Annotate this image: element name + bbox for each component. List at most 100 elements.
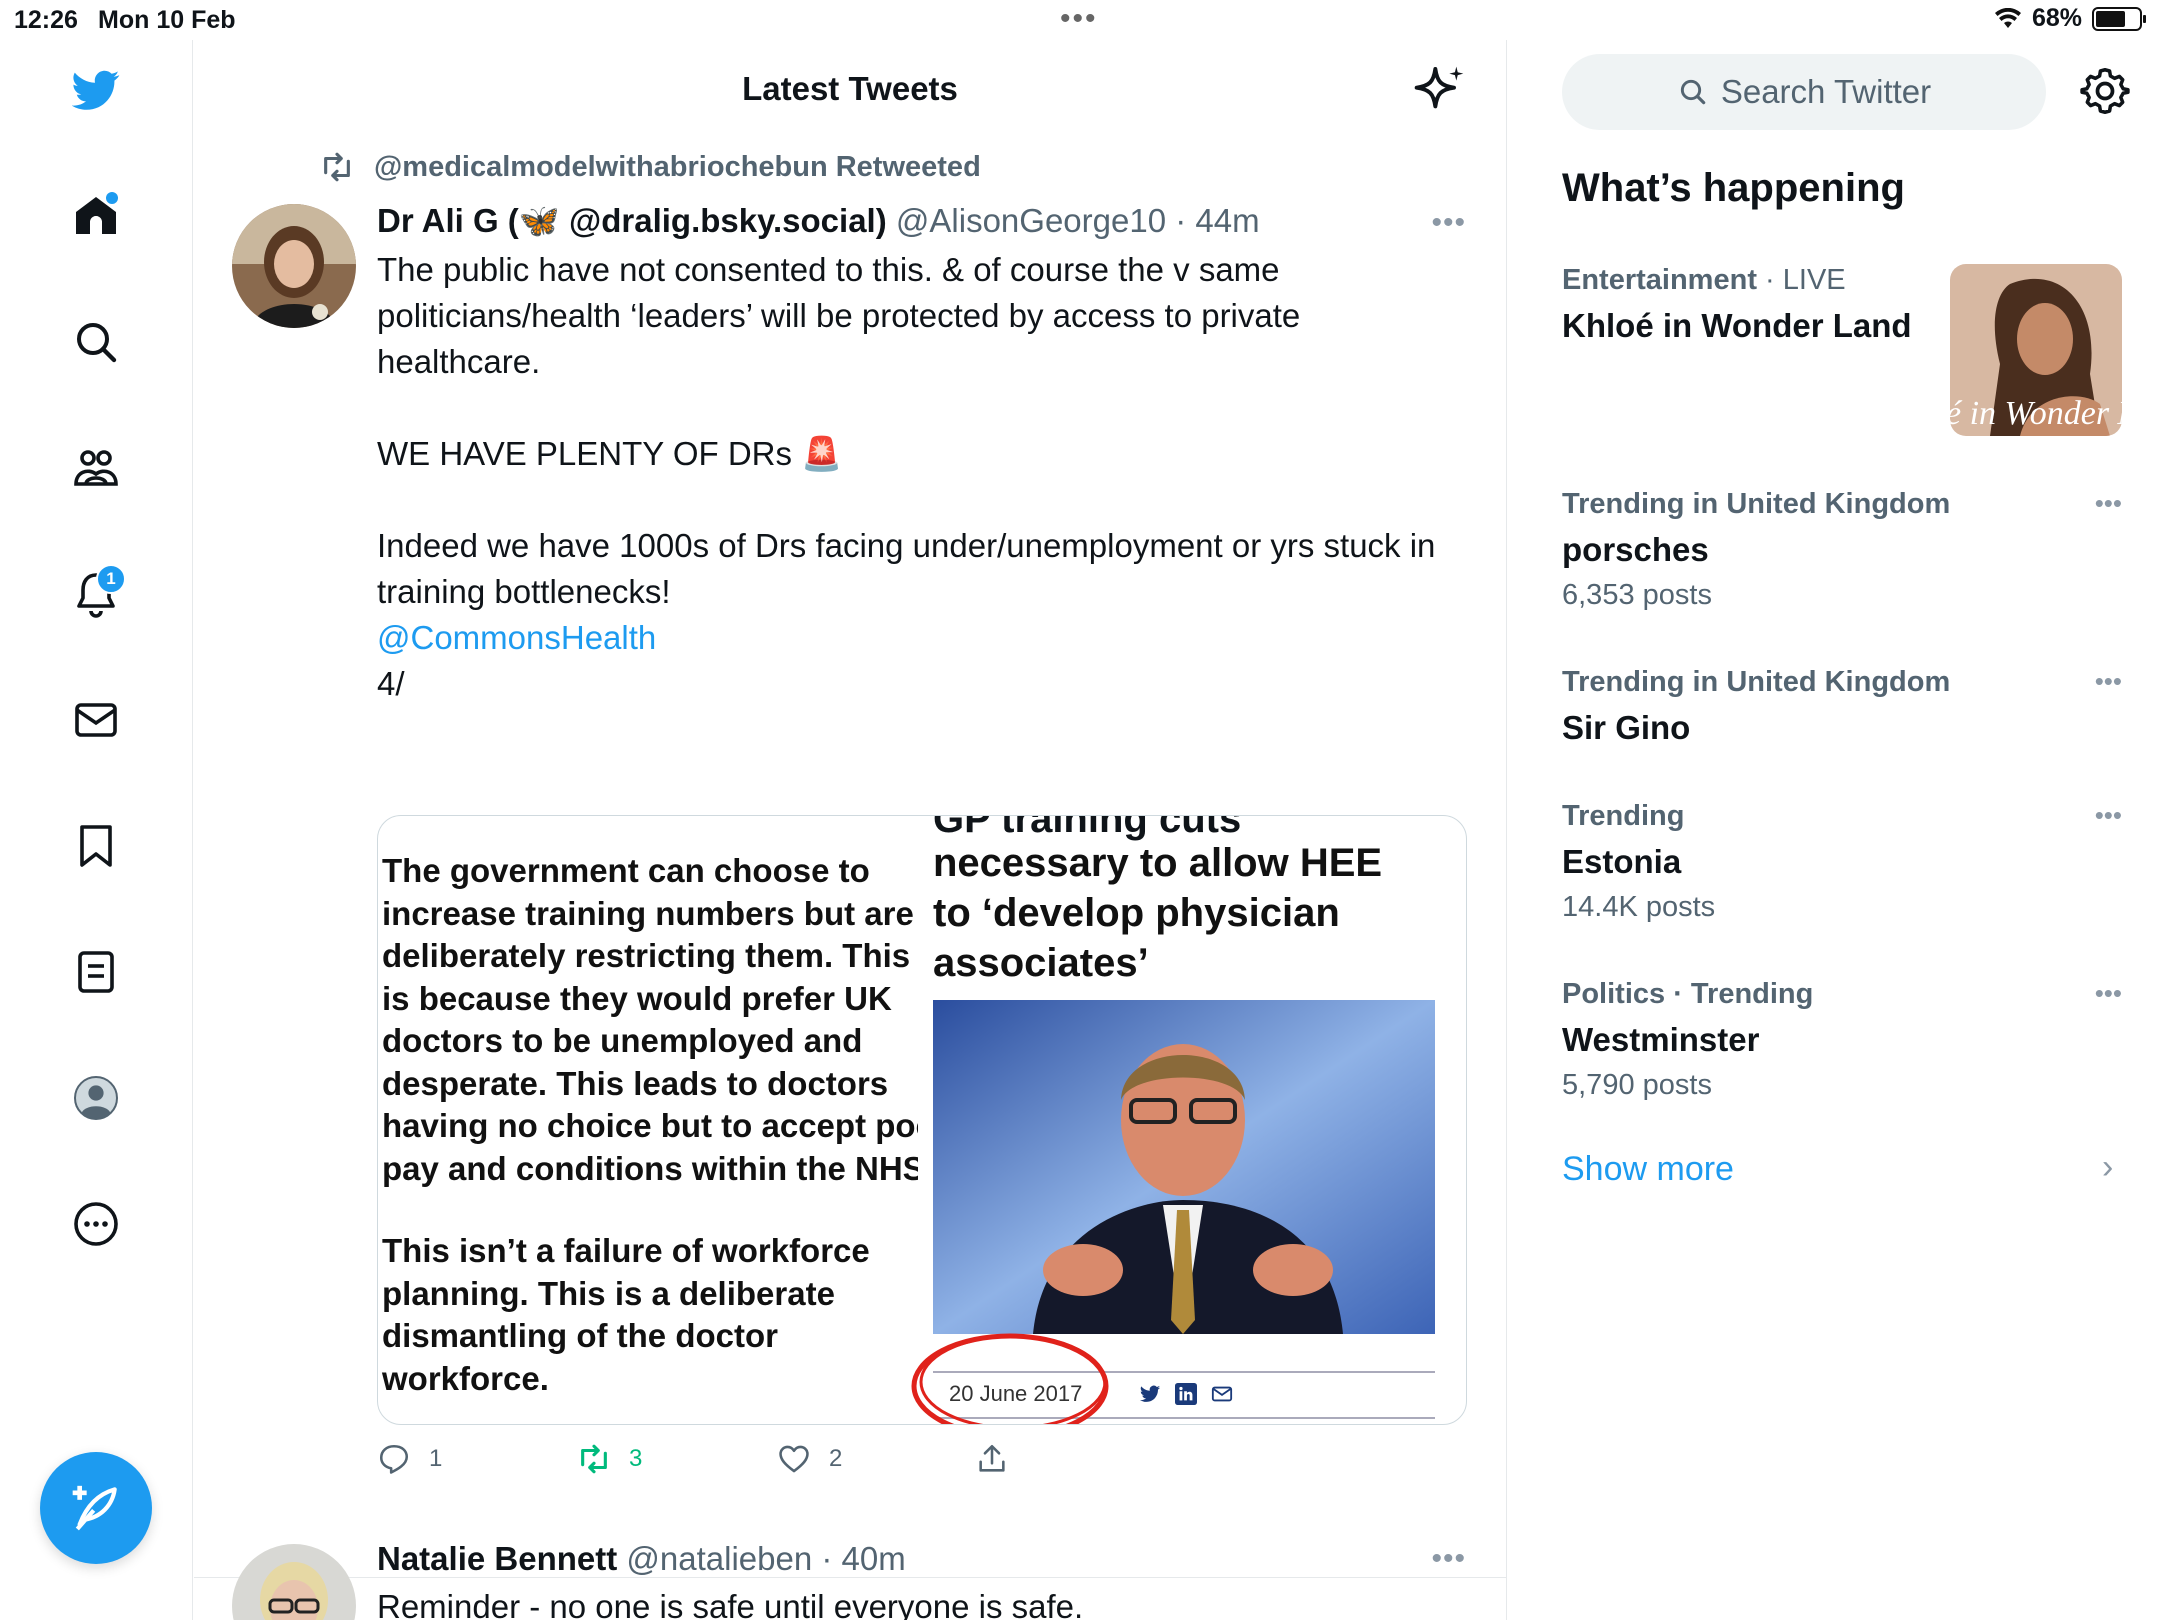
trend-category-text: Entertainment — [1562, 264, 1757, 296]
retweet-icon — [324, 152, 350, 182]
whats-happening-title: What’s happening — [1562, 166, 1905, 210]
tweet-text: The public have not consented to this. &… — [377, 247, 1466, 707]
status-right: 68% — [1994, 4, 2146, 33]
sparkle-icon[interactable] — [1412, 62, 1468, 118]
avatar[interactable] — [232, 204, 356, 328]
twitter-logo-icon[interactable] — [66, 60, 126, 120]
tweet-content: Dr Ali G (🦋 @dralig.bsky.social) @Alison… — [377, 202, 1466, 707]
tweet-header: Natalie Bennett @natalieben · 40m — [377, 1540, 1466, 1578]
header-separator: · — [1166, 202, 1196, 239]
wifi-icon — [1994, 7, 2021, 28]
header-separator: · — [812, 1540, 842, 1577]
notifications-badge: 1 — [96, 564, 126, 594]
home-unread-dot — [106, 192, 118, 204]
compose-tweet-button[interactable] — [40, 1452, 152, 1564]
trend-more-icon[interactable]: ••• — [2095, 488, 2122, 519]
retweet-button[interactable]: 3 — [577, 1442, 642, 1476]
status-bar: 12:26 Mon 10 Feb ••• 68% — [0, 0, 2160, 40]
trend-category: Politics · Trending — [1562, 978, 1814, 1010]
trend-name: Sir Gino — [1562, 709, 1691, 746]
trend-name: Estonia — [1562, 843, 1682, 880]
author-name[interactable]: Dr Ali G (🦋 @dralig.bsky.social) — [377, 202, 887, 239]
trend-count: 14.4K posts — [1562, 891, 1716, 923]
retweet-icon — [581, 1444, 607, 1474]
tweet-time[interactable]: 40m — [842, 1540, 906, 1577]
tweet[interactable]: @medicalmodelwithabriochebun Retweeted D… — [194, 140, 1506, 1578]
tweet-text: Reminder - no one is safe until everyone… — [377, 1588, 1084, 1620]
trend-name: porsches — [1562, 531, 1709, 568]
settings-gear-icon[interactable] — [2080, 66, 2130, 116]
trend-category: Trending — [1562, 800, 1685, 832]
status-date: Mon 10 Feb — [98, 6, 236, 34]
battery-icon — [2092, 6, 2146, 31]
like-button[interactable]: 2 — [777, 1442, 842, 1476]
trend-more-icon[interactable]: ••• — [2095, 800, 2122, 831]
live-label: LIVE — [1782, 264, 1846, 296]
trend-item[interactable]: Entertainment · LIVE Khloé in Wonder Lan… — [1562, 264, 2122, 444]
chevron-right-icon[interactable]: › — [2102, 1148, 2113, 1187]
lists-icon[interactable] — [66, 942, 126, 1002]
trend-count: 6,353 posts — [1562, 579, 1712, 611]
trend-category: Trending in United Kingdom — [1562, 666, 1951, 698]
tweet-actions: 1 3 2 — [377, 1442, 1077, 1492]
status-time: 12:26 — [14, 6, 78, 34]
search-input[interactable]: Search Twitter — [1562, 54, 2046, 130]
author-handle[interactable]: @AlisonGeorge10 — [896, 202, 1166, 239]
media-text-para-2: This isn’t a failure of workforce planni… — [382, 1230, 918, 1400]
search-placeholder: Search Twitter — [1720, 73, 1932, 110]
trend-thumbnail: é in Wonder L — [1950, 264, 2122, 436]
trend-item[interactable]: Trending in United Kingdom porsches 6,35… — [1562, 488, 2122, 612]
tweet-more-icon[interactable]: ••• — [1431, 1542, 1466, 1576]
trend-more-icon[interactable]: ••• — [2095, 978, 2122, 1009]
messages-icon[interactable] — [66, 690, 126, 750]
tweet-media[interactable]: The government can choose to increase tr… — [377, 815, 1467, 1425]
tweet-more-icon[interactable]: ••• — [1431, 206, 1466, 240]
article-headline: necessary to allow HEE to ‘develop physi… — [933, 838, 1382, 988]
media-text-para-1: The government can choose to increase tr… — [382, 850, 918, 1190]
author-name[interactable]: Natalie Bennett — [377, 1540, 617, 1577]
timeline: Latest Tweets @medicalmodelwithabriocheb… — [194, 40, 1507, 1620]
linkedin-share-icon — [1175, 1383, 1197, 1405]
media-text-para-1-content: The government can choose to increase tr… — [382, 852, 918, 1187]
left-nav: 1 — [0, 40, 193, 1620]
tweet[interactable]: Natalie Bennett @natalieben · 40m Remind… — [194, 1518, 1506, 1620]
search-icon[interactable] — [66, 312, 126, 372]
compose-icon — [72, 1485, 117, 1531]
tweet-text-body: The public have not consented to this. &… — [377, 251, 1436, 610]
reply-count: 1 — [429, 1445, 443, 1472]
retweet-context[interactable]: @medicalmodelwithabriochebun Retweeted — [318, 150, 981, 184]
avatar[interactable] — [232, 1544, 356, 1620]
trend-category: Trending in United Kingdom — [1562, 488, 1951, 520]
profile-icon[interactable] — [66, 1068, 126, 1128]
communities-icon[interactable] — [66, 438, 126, 498]
media-screenshot-text: The government can choose to increase tr… — [378, 816, 918, 1424]
home-icon[interactable] — [66, 186, 126, 246]
trend-item[interactable]: Trending Estonia 14.4K posts ••• — [1562, 800, 2122, 924]
trend-category-sep: · — [1756, 264, 1783, 296]
red-circle-annotation — [911, 1333, 1109, 1424]
battery-percent: 68% — [2031, 4, 2082, 32]
multitasking-dots-icon[interactable]: ••• — [1060, 2, 1098, 36]
article-headline-text: necessary to allow HEE to ‘develop physi… — [933, 841, 1383, 985]
reply-button[interactable]: 1 — [377, 1442, 442, 1476]
trend-item[interactable]: Trending in United Kingdom Sir Gino ••• — [1562, 666, 2122, 747]
tweet-header: Dr Ali G (🦋 @dralig.bsky.social) @Alison… — [377, 202, 1466, 241]
media-text-para-2-content: This isn’t a failure of workforce planni… — [382, 1232, 870, 1397]
trend-name: Westminster — [1562, 1021, 1760, 1058]
thread-counter: 4/ — [377, 665, 405, 702]
email-share-icon — [1211, 1383, 1233, 1405]
trend-more-icon[interactable]: ••• — [2095, 666, 2122, 697]
share-button[interactable] — [975, 1442, 1009, 1476]
show-more-link[interactable]: Show more — [1562, 1150, 1734, 1189]
author-handle[interactable]: @natalieben — [626, 1540, 812, 1577]
thumb-caption: é in Wonder L — [1950, 395, 2122, 432]
heart-icon — [779, 1445, 809, 1473]
reply-icon — [379, 1444, 409, 1474]
bookmarks-icon[interactable] — [66, 816, 126, 876]
timeline-header: Latest Tweets — [194, 40, 1506, 140]
more-icon[interactable] — [66, 1194, 126, 1254]
mention-link[interactable]: @CommonsHealth — [377, 619, 656, 656]
notifications-icon[interactable]: 1 — [66, 564, 126, 624]
trend-item[interactable]: Politics · Trending Westminster 5,790 po… — [1562, 978, 2122, 1102]
tweet-time[interactable]: 44m — [1195, 202, 1259, 239]
